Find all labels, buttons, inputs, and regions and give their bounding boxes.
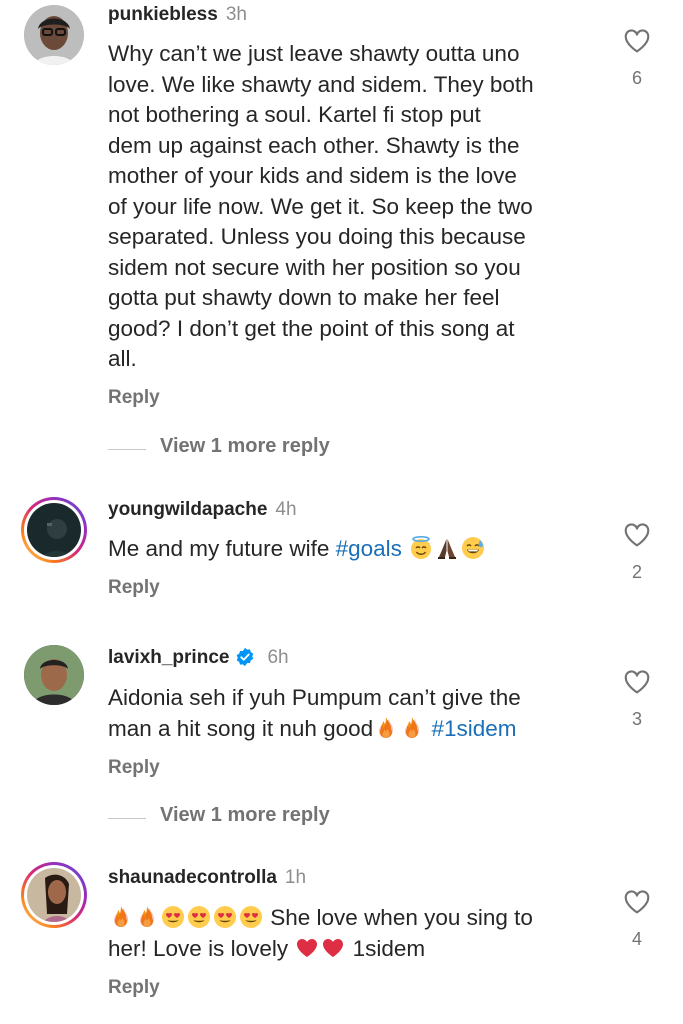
comment-text: Me and my future wife #goals [108, 534, 598, 565]
view-more-replies-button[interactable]: View 1 more reply [160, 804, 330, 827]
folded-hands-icon [435, 536, 459, 560]
timestamp: 4h [275, 499, 297, 520]
avatar[interactable] [21, 497, 87, 563]
comment-item: shaunadecontrolla 1h She love when you si… [0, 860, 683, 1020]
comment-item: youngwildapache 4h Me and my future wife … [0, 490, 683, 620]
timestamp: 3h [225, 4, 247, 25]
username[interactable]: lavixh_prince [108, 647, 229, 668]
avatar[interactable] [24, 5, 84, 65]
comment-item: punkiebless 3h Why can’t we just leave sh… [0, 0, 683, 470]
divider-line [108, 818, 146, 819]
smiling-face-with-halo-icon [409, 536, 433, 560]
reply-button[interactable]: Reply [108, 977, 160, 999]
comment-line: mother of your kids and sidem is the lov… [108, 163, 517, 188]
username[interactable]: punkiebless [108, 4, 218, 25]
like-count: 2 [631, 562, 642, 582]
username[interactable]: youngwildapache [108, 499, 267, 520]
comment-line: 1sidem [346, 935, 426, 961]
username[interactable]: shaunadecontrolla [108, 867, 277, 888]
comment-line: She love when you sing to [264, 905, 533, 930]
comment-line: gotta put shawty down to make her feel [108, 285, 500, 310]
smiling-face-with-heart-eyes-icon [239, 905, 263, 929]
grinning-face-with-sweat-icon [461, 536, 485, 560]
like-count: 3 [631, 709, 642, 729]
comment-line: not bothering a soul. Kartel fi stop put [108, 102, 481, 127]
fire-icon [109, 905, 133, 929]
comment-line: love. We like shawty and sidem. They bot… [108, 71, 534, 97]
comment-line: sidem not secure with her position so yo… [108, 254, 521, 280]
comment-line: her! Love is lovely [108, 935, 295, 961]
view-more-replies-button[interactable]: View 1 more reply [160, 435, 330, 458]
smiling-face-with-heart-eyes-icon [213, 905, 237, 929]
like-heart-icon[interactable] [622, 26, 652, 56]
like-heart-icon[interactable] [622, 667, 652, 697]
comment-line: separated. Unless you doing this because [108, 224, 526, 249]
smiling-face-with-heart-eyes-icon [187, 905, 211, 929]
comment-line: good? I don’t get the point of this song… [108, 315, 515, 341]
avatar[interactable] [24, 645, 84, 705]
hashtag-link[interactable]: #1sidem [431, 716, 516, 741]
comment-text: Aidonia seh if yuh Pumpum can’t give the… [108, 683, 598, 744]
avatar-image [27, 503, 81, 557]
fire-icon [400, 716, 424, 740]
like-heart-icon[interactable] [622, 520, 652, 550]
reply-button[interactable]: Reply [108, 577, 160, 599]
timestamp: 1h [284, 867, 307, 888]
comment-line: Why can’t we just leave shawty outta uno [108, 41, 520, 66]
red-heart-icon [295, 936, 319, 960]
hashtag-link[interactable]: #goals [336, 536, 402, 561]
reply-button[interactable]: Reply [108, 757, 160, 779]
comment-line: Aidonia seh if yuh Pumpum can’t give the [108, 685, 521, 710]
fire-icon [135, 905, 159, 929]
verified-badge-icon [237, 647, 254, 667]
avatar-image [24, 645, 84, 705]
reply-button[interactable]: Reply [108, 387, 160, 409]
comment-text: Why can’t we just leave shawty outta uno… [108, 39, 598, 375]
like-heart-icon[interactable] [622, 887, 652, 917]
avatar[interactable] [21, 862, 87, 928]
divider-line [108, 449, 146, 450]
comment-text-content: Me and my future wife [108, 536, 336, 561]
comment-line: man a hit song it nuh good [108, 715, 374, 741]
comment-line: all. [108, 346, 137, 371]
timestamp: 6h [267, 647, 289, 668]
smiling-face-with-heart-eyes-icon [161, 905, 185, 929]
avatar-image [27, 868, 81, 922]
comment-item: lavixh_prince 6h Aidonia seh if yuh Pumpu… [0, 640, 683, 830]
comment-line: dem up against each other. Shawty is the [108, 132, 520, 158]
avatar-image [24, 5, 84, 65]
red-heart-icon [321, 936, 345, 960]
like-count: 6 [631, 68, 642, 88]
comment-text: She love when you sing to her! Love is l… [108, 903, 598, 964]
like-count: 4 [631, 929, 642, 949]
fire-icon [374, 716, 398, 740]
comment-line: of your life now. We get it. So keep the… [108, 193, 533, 219]
